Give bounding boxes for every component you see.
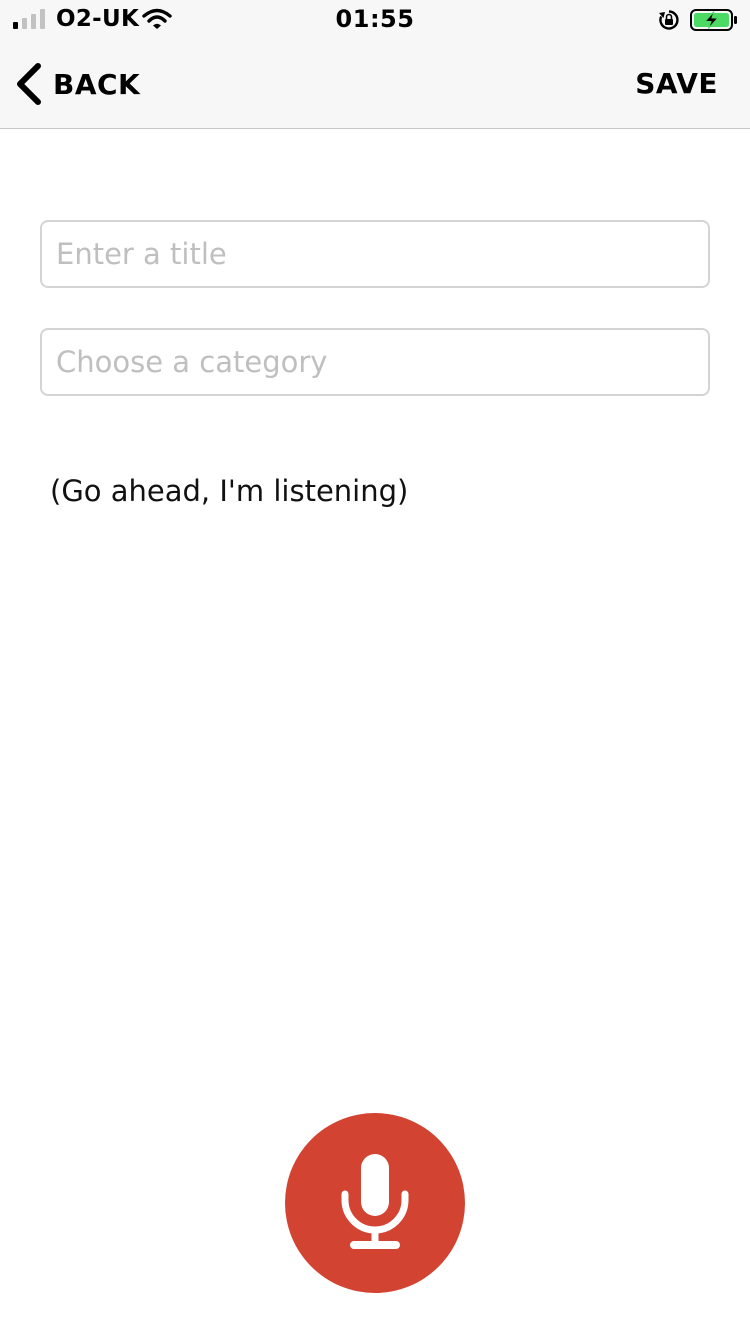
save-button[interactable]: SAVE	[635, 67, 718, 100]
back-button-label: BACK	[53, 67, 141, 101]
listening-status-text: (Go ahead, I'm listening)	[50, 474, 409, 508]
microphone-icon	[341, 1154, 409, 1249]
microphone-button[interactable]	[285, 1113, 465, 1293]
status-bar: O2-UK 01:55	[0, 0, 750, 40]
chevron-left-icon	[17, 63, 41, 105]
back-button[interactable]: BACK	[14, 62, 140, 106]
battery-charging-icon	[690, 9, 737, 31]
navigation-bar: BACK SAVE	[0, 40, 750, 128]
status-time: 01:55	[335, 5, 415, 33]
top-area: O2-UK 01:55 BACK SAVE	[0, 0, 750, 129]
title-input[interactable]	[40, 220, 710, 288]
category-input[interactable]	[40, 328, 710, 396]
orientation-lock-icon	[659, 10, 679, 30]
